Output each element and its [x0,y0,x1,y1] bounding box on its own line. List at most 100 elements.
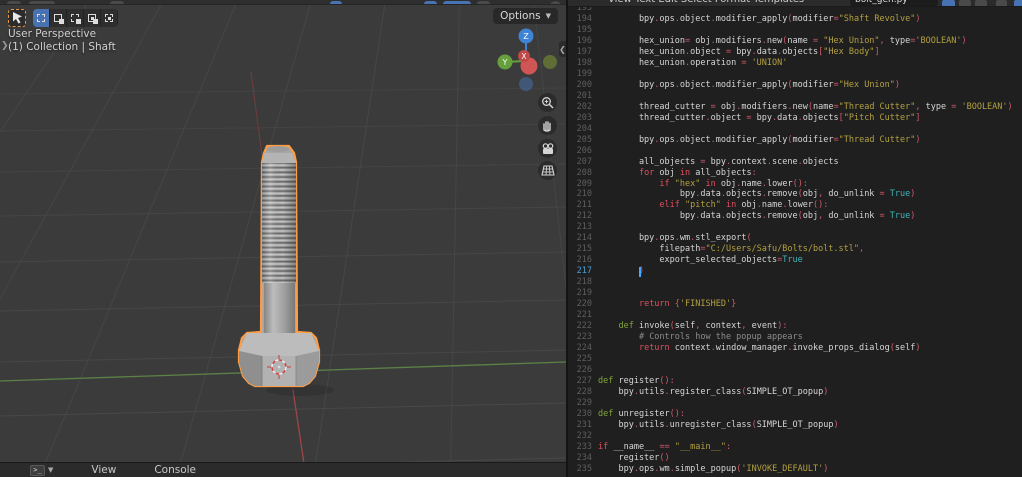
code-line-199[interactable]: 199 [568,69,1022,80]
code-line-235[interactable]: 235 bpy.ops.wm.simple_popup('INVOKE_DEFA… [568,464,1022,475]
navigation-gizmo[interactable]: X Z Y [496,26,562,94]
header-partial-icon[interactable] [550,1,561,4]
code-line-223[interactable]: 223 # Controls how the popup appears [568,332,1022,343]
select-toolbar [8,9,118,27]
select-extend-icon [54,14,64,24]
code-line-232[interactable]: 232 [568,431,1022,442]
header-partial-icon[interactable] [330,1,342,4]
magnifier-icon [542,97,554,109]
header-partial-icon[interactable] [477,1,490,4]
run-script-button[interactable] [996,0,1007,6]
sidebar-pull-tab[interactable]: ❮ [559,41,566,57]
code-line-204[interactable]: 204 [568,124,1022,135]
console-menu-view[interactable]: View [91,464,116,476]
select-set-icon [37,14,45,22]
select-mode-set-button[interactable] [33,9,50,27]
select-mode-intersect-button[interactable] [101,9,118,27]
text-editor[interactable]: 193 194 bpy.ops.object.modifier_apply(mod… [568,0,1022,477]
header-partial-icon[interactable] [443,1,471,4]
bolt-object[interactable] [237,144,334,396]
options-dropdown[interactable]: Options ▼ [493,8,558,24]
select-mode-extend-button[interactable] [50,9,67,27]
code-line-215[interactable]: 215 filepath="C:/Users/Safu/Bolts/bolt.s… [568,244,1022,255]
viewport-scene[interactable] [0,0,566,477]
header-partial-icon[interactable] [110,1,124,4]
editor-menus: View Text Edit Select Format Templates [608,0,804,5]
cursor-arrow-icon [12,12,22,24]
code-line-198[interactable]: 198 hex_union.operation = 'UNION' [568,58,1022,69]
active-collection-label: (1) Collection | Shaft [8,41,116,53]
blender-window: Options ▼ User Perspective (1) Collectio… [0,0,1022,477]
code-line-219[interactable]: 219 [568,288,1022,299]
code-area[interactable]: 193 194 bpy.ops.object.modifier_apply(mod… [568,3,1022,477]
editor-type-dropdown[interactable]: >_ ▼ [30,464,54,476]
code-line-196[interactable]: 196 hex_union= obj.modifiers.new(name = … [568,36,1022,47]
unlink-button[interactable] [975,0,987,6]
code-line-220[interactable]: 220 return {'FINISHED'} [568,299,1022,310]
code-line-211[interactable]: 211 elif "pitch" in obj.name.lower(): [568,200,1022,211]
code-line-203[interactable]: 203 thread_cutter.object = bpy.data.obje… [568,113,1022,124]
code-line-229[interactable]: 229 [568,398,1022,409]
code-line-224[interactable]: 224 return context.window_manager.invoke… [568,343,1022,354]
code-line-209[interactable]: 209 if "hex" in obj.name.lower(): [568,179,1022,190]
code-line-233[interactable]: 233 if __name__ == "__main__": [568,442,1022,453]
axis-z-negative[interactable] [519,77,533,91]
code-line-201[interactable]: 201 [568,91,1022,102]
zoom-button[interactable] [538,93,557,112]
active-tool-select-box-button[interactable] [8,9,26,27]
toolbar-expand-arrow[interactable]: ❯ [1,41,9,51]
code-line-221[interactable]: 221 [568,310,1022,321]
code-line-202[interactable]: 202 thread_cutter = obj.modifiers.new(na… [568,102,1022,113]
select-mode-subtract-button[interactable] [67,9,84,27]
code-line-212[interactable]: 212 bpy.data.objects.remove(obj, do_unli… [568,211,1022,222]
code-line-210[interactable]: 210 bpy.data.objects.remove(obj, do_unli… [568,189,1022,200]
text-cursor [638,267,641,278]
code-line-227[interactable]: 227 def register(): [568,376,1022,387]
datablock-name-field[interactable]: bolt_gen.py [850,0,938,6]
grid-perspective-icon [540,165,555,176]
code-line-197[interactable]: 197 hex_union.object = bpy.data.objects[… [568,47,1022,58]
hand-icon [543,121,551,132]
code-line-208[interactable]: 208 for obj in all_objects: [568,168,1022,179]
header-partial-icon[interactable] [7,1,21,4]
code-line-213[interactable]: 213 [568,222,1022,233]
header-partial-icon[interactable] [424,1,437,4]
console-header-bar: >_ ▼ View Console [0,462,566,477]
camera-view-button[interactable] [538,139,557,158]
code-line-234[interactable]: 234 register() [568,453,1022,464]
code-line-205[interactable]: 205 bpy.ops.object.modifier_apply(modifi… [568,135,1022,146]
code-line-206[interactable]: 206 [568,146,1022,157]
pan-button[interactable] [538,116,557,135]
orthographic-toggle-button[interactable] [538,161,557,180]
code-line-228[interactable]: 228 bpy.utils.register_class(SIMPLE_OT_p… [568,387,1022,398]
code-line-225[interactable]: 225 [568,354,1022,365]
select-intersect-icon [105,14,113,22]
code-line-214[interactable]: 214 bpy.ops.wm.stl_export( [568,233,1022,244]
camera-icon [542,142,553,154]
viewport-header-partial [0,0,566,5]
3d-viewport[interactable]: Options ▼ User Perspective (1) Collectio… [0,0,566,477]
select-mode-invert-button[interactable] [84,9,101,27]
code-line-207[interactable]: 207 all_objects = bpy.context.scene.obje… [568,157,1022,168]
code-line-218[interactable]: 218 [568,277,1022,288]
code-line-231[interactable]: 231 bpy.utils.unregister_class(SIMPLE_OT… [568,420,1022,431]
chevron-down-icon: ▼ [48,466,54,474]
code-line-217[interactable]: 217 ) [568,266,1022,277]
code-line-200[interactable]: 200 bpy.ops.object.modifier_apply(modifi… [568,80,1022,91]
code-line-230[interactable]: 230 def unregister(): [568,409,1022,420]
svg-text:Z: Z [523,32,529,41]
new-text-button[interactable] [959,0,971,6]
editor-right-toggles[interactable] [1014,0,1022,6]
view-perspective-label: User Perspective [8,28,97,40]
code-line-226[interactable]: 226 [568,365,1022,376]
console-menu-console[interactable]: Console [154,464,196,476]
code-line-194[interactable]: 194 bpy.ops.object.modifier_apply(modifi… [568,14,1022,25]
resolve-conflict-button[interactable] [942,0,955,6]
axis-y-negative[interactable] [543,55,557,69]
svg-text:Y: Y [502,58,508,67]
code-line-222[interactable]: 222 def invoke(self, context, event): [568,321,1022,332]
header-partial-icon[interactable] [29,1,55,4]
code-line-216[interactable]: 216 export_selected_objects=True [568,255,1022,266]
code-line-195[interactable]: 195 [568,25,1022,36]
editor-header-partial: View Text Edit Select Format Templates b… [568,0,1022,7]
